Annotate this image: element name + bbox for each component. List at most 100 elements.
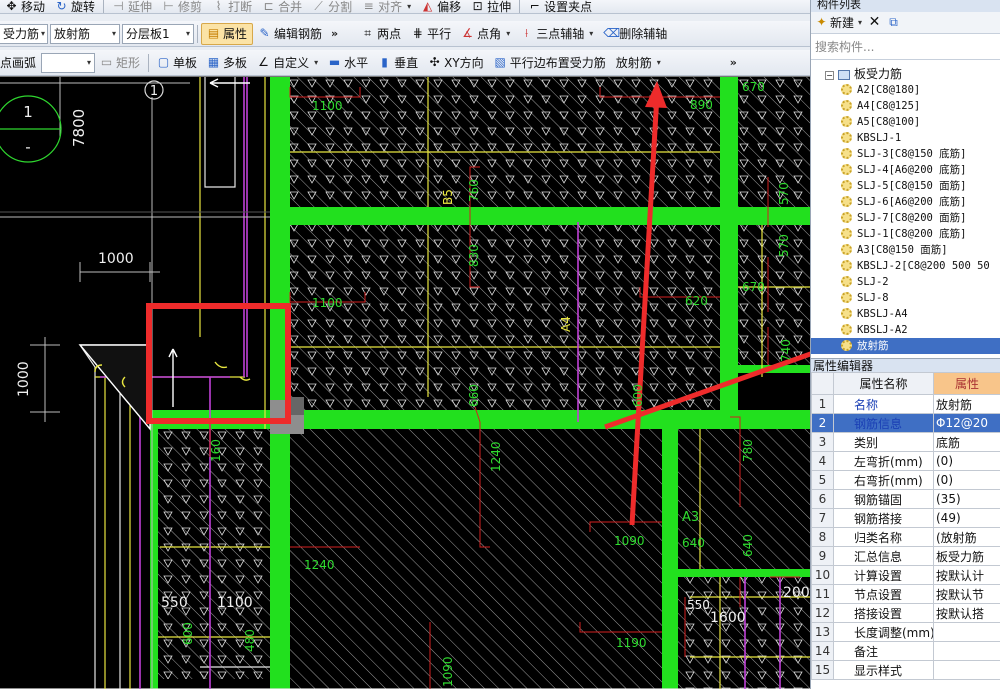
custom-tool[interactable]: ∠ 自定义 ▾ (252, 52, 323, 74)
property-name: 节点设置 (833, 584, 934, 604)
property-value[interactable]: (0) (933, 451, 1000, 471)
property-value[interactable] (933, 641, 1000, 661)
new-component-button[interactable]: ✦ 新建 ▾ (815, 14, 862, 31)
point-angle-axis-button[interactable]: ∡ 点角 ▾ (456, 23, 515, 45)
gear-icon (841, 228, 852, 239)
tree-item[interactable]: A2[C8@180] (811, 82, 1000, 98)
property-row[interactable]: 13 长度调整(mm) (811, 622, 1000, 642)
tree-item[interactable]: A3[C8@150 面筋] (811, 242, 1000, 258)
properties-button[interactable]: ▤ 属性 (201, 22, 254, 45)
tree-item[interactable]: KBSLJ-A4 (811, 306, 1000, 322)
property-row[interactable]: 6 钢筋锚固 (35) (811, 489, 1000, 509)
xy-direction-tool[interactable]: ✣ XY方向 (423, 52, 489, 74)
tree-root[interactable]: − 板受力筋 (811, 66, 1000, 82)
property-row[interactable]: 9 汇总信息 板受力筋 (811, 546, 1000, 566)
property-value[interactable]: 放射筋 (933, 394, 1000, 414)
property-value[interactable]: (0) (933, 470, 1000, 490)
move-tool[interactable]: ✥ 移动 (0, 0, 50, 13)
property-row[interactable]: 11 节点设置 按默认节 (811, 584, 1000, 604)
edit-rebar-button[interactable]: ✎ 编辑钢筋 (253, 23, 327, 45)
property-row[interactable]: 5 右弯折(mm) (0) (811, 470, 1000, 490)
property-name: 名称 (833, 394, 934, 414)
property-row[interactable]: 1 名称 放射筋 (811, 394, 1000, 414)
properties-icon: ▤ (207, 26, 220, 40)
property-row[interactable]: 14 备注 (811, 641, 1000, 661)
horizontal-tool[interactable]: ▬ 水平 (323, 52, 373, 74)
tree-item[interactable]: SLJ-5[C8@150 面筋] (811, 178, 1000, 194)
radial-rebar-tool[interactable]: 放射筋 ▾ (611, 52, 666, 74)
property-value[interactable]: 底筋 (933, 432, 1000, 452)
property-row[interactable]: 10 计算设置 按默认计 (811, 565, 1000, 585)
property-value[interactable]: (放射筋 (933, 527, 1000, 547)
rectangle-tool[interactable]: ▭ 矩形 (95, 52, 145, 74)
label-830: 830 (467, 244, 481, 267)
property-row[interactable]: 8 归类名称 (放射筋 (811, 527, 1000, 547)
property-row[interactable]: 3 类别 底筋 (811, 432, 1000, 452)
point-arc-tool[interactable]: 点画弧 (0, 52, 41, 74)
three-point-axis-button[interactable]: ⟊ 三点辅轴 ▾ (515, 23, 598, 45)
tree-item[interactable]: A5[C8@100] (811, 114, 1000, 130)
two-point-axis-button[interactable]: ⌗ 两点 (356, 23, 406, 45)
property-row[interactable]: 4 左弯折(mm) (0) (811, 451, 1000, 471)
property-value[interactable] (933, 660, 1000, 680)
drawing-canvas[interactable]: 1 - 1 7800 1000 1000 1100 1100 890 670 6… (0, 77, 810, 689)
layer-combo[interactable]: 分层板1 ▾ (122, 23, 194, 44)
tree-item[interactable]: SLJ-2 (811, 274, 1000, 290)
tree-item[interactable]: SLJ-3[C8@150 底筋] (811, 146, 1000, 162)
trim-tool[interactable]: ⊢ 修剪 (157, 0, 207, 13)
split-tool[interactable]: ⟋ 分割 (307, 0, 357, 13)
tree-item[interactable]: A4[C8@125] (811, 98, 1000, 114)
arc-mode-combo[interactable]: ▾ (41, 52, 96, 73)
dropdown-arrow-icon: ▾ (185, 29, 190, 38)
set-grip-tool[interactable]: ⌐ 设置夹点 (523, 0, 597, 13)
property-value[interactable]: (35) (933, 489, 1000, 509)
tree-item[interactable]: SLJ-4[A6@200 底筋] (811, 162, 1000, 178)
component-type-combo[interactable]: 受力筋 ▾ (0, 23, 48, 44)
property-value[interactable]: 按默认计 (933, 565, 1000, 585)
vertical-tool[interactable]: ▮ 垂直 (373, 52, 423, 74)
property-value[interactable] (933, 622, 1000, 642)
property-row[interactable]: 2 钢筋信息 Φ12@20 (811, 413, 1000, 433)
rotate-tool[interactable]: ↻ 旋转 (50, 0, 100, 13)
dim-1000-top: 1000 (98, 251, 134, 267)
delete-axis-button[interactable]: ⌫ 删除辅轴 (598, 23, 672, 45)
extend-tool[interactable]: ⊣ 延伸 (107, 0, 157, 13)
tree-item[interactable]: KBSLJ-A2 (811, 322, 1000, 338)
parallel-axis-button[interactable]: ⋕ 平行 (406, 23, 456, 45)
property-value[interactable]: Φ12@20 (933, 413, 1000, 433)
toolbar-overflow[interactable]: » (327, 27, 342, 40)
tree-item[interactable]: SLJ-6[A6@200 底筋] (811, 194, 1000, 210)
tree-item[interactable]: SLJ-1[C8@200 底筋] (811, 226, 1000, 242)
single-board-tool[interactable]: ▢ 单板 (152, 52, 202, 74)
rectangle-icon: ▭ (100, 55, 113, 69)
label-200: 200 (783, 585, 810, 601)
tree-item[interactable]: KBSLJ-1 (811, 130, 1000, 146)
collapse-icon[interactable]: − (825, 71, 834, 80)
property-row[interactable]: 15 显示样式 (811, 660, 1000, 680)
tree-item[interactable]: 放射筋 (811, 338, 1000, 354)
tree-item[interactable]: SLJ-7[C8@200 面筋] (811, 210, 1000, 226)
parallel-edge-tool[interactable]: ▧ 平行边布置受力筋 (489, 52, 611, 74)
search-input[interactable]: 搜索构件... (811, 36, 1000, 60)
row-index: 7 (811, 508, 834, 528)
multi-board-tool[interactable]: ▦ 多板 (202, 52, 252, 74)
property-row[interactable]: 7 钢筋搭接 (49) (811, 508, 1000, 528)
copy-icon[interactable]: ⧉ (887, 16, 900, 29)
property-value[interactable]: 按默认搭 (933, 603, 1000, 623)
toolbar-overflow[interactable]: » (726, 56, 741, 69)
tree-item[interactable]: SLJ-8 (811, 290, 1000, 306)
align-tool[interactable]: ≡ 对齐 ▾ (357, 0, 416, 13)
break-tool[interactable]: ⌇ 打断 (207, 0, 257, 13)
offset-tool[interactable]: ◭ 偏移 (416, 0, 466, 13)
property-row[interactable]: 12 搭接设置 按默认搭 (811, 603, 1000, 623)
stretch-tool[interactable]: ⊡ 拉伸 (466, 0, 516, 13)
row-index: 2 (811, 413, 834, 433)
component-name-combo[interactable]: 放射筋 ▾ (50, 23, 120, 44)
merge-tool[interactable]: ⊏ 合并 (257, 0, 307, 13)
delete-icon[interactable]: ✕ (868, 15, 881, 29)
property-value[interactable]: 板受力筋 (933, 546, 1000, 566)
property-value[interactable]: 按默认节 (933, 584, 1000, 604)
tree-item[interactable]: KBSLJ-2[C8@200 500 50 (811, 258, 1000, 274)
property-value[interactable]: (49) (933, 508, 1000, 528)
column-joint-shadow (290, 397, 304, 415)
